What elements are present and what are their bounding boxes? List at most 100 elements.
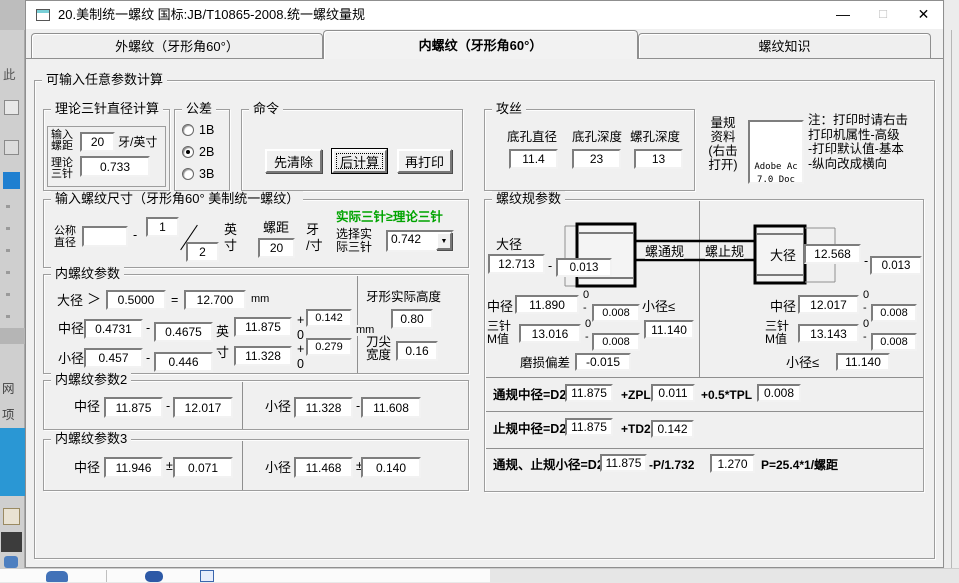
background-toolbar-icon[interactable] xyxy=(4,100,19,115)
major-dia-inch-input[interactable] xyxy=(106,290,166,310)
tool-tip-width-input[interactable] xyxy=(396,341,438,361)
minor-dia2-b-input[interactable] xyxy=(361,397,421,418)
go-pin-tol-input[interactable] xyxy=(592,333,640,351)
tap-drill-depth-label: 底孔深度 xyxy=(572,130,622,144)
nogo-minor-input[interactable] xyxy=(836,353,890,371)
minor-dia-mm-input[interactable] xyxy=(234,346,292,366)
internal-params3-divider xyxy=(242,441,243,490)
pitch-input[interactable] xyxy=(258,238,295,258)
minor-dia3-b-input[interactable] xyxy=(361,457,421,478)
p-value-input[interactable] xyxy=(710,454,755,473)
go-pitch-input[interactable] xyxy=(515,295,579,314)
thread-height-input[interactable] xyxy=(391,309,433,329)
go-major-tol-input[interactable] xyxy=(556,258,612,277)
radio-2b[interactable] xyxy=(182,146,194,158)
pitch-dia-tol-input[interactable] xyxy=(306,309,352,327)
minor-dia-b-input[interactable] xyxy=(154,352,213,372)
pitch-dia2-b-input[interactable] xyxy=(173,397,233,418)
background-blue-icon[interactable] xyxy=(3,172,20,189)
major-dia-mm-input[interactable] xyxy=(184,290,246,310)
nogo-pitch-tol-input[interactable] xyxy=(871,304,917,322)
print-button[interactable]: 再打印 xyxy=(397,149,452,173)
nogo-pitch-input[interactable] xyxy=(798,295,859,314)
app-window: 20.美制统一螺纹 国标:JB/T10865-2008.统一螺纹量规 — □ ✕… xyxy=(25,0,944,568)
gauge-row-separator2 xyxy=(486,411,923,412)
group-gauge-params: 螺纹规参数 螺通规 螺止 xyxy=(484,199,924,492)
actual-pin-dropdown[interactable]: 0.742 ▼ xyxy=(386,230,454,252)
pitch-dia3-a-input[interactable] xyxy=(104,457,163,478)
taskbar-app-icon[interactable] xyxy=(145,571,163,582)
pitch-dia-mm-input[interactable] xyxy=(234,317,292,337)
td2-input[interactable] xyxy=(651,420,694,438)
nogo-gauge-label: 螺止规 xyxy=(705,245,744,259)
radio-3b[interactable] xyxy=(182,168,194,180)
go-major-input[interactable] xyxy=(488,254,545,274)
pitch-dia-b-input[interactable] xyxy=(154,322,213,342)
tab-external-thread[interactable]: 外螺纹（牙形角60°） xyxy=(31,33,323,59)
pitch-dia-label: 中径 xyxy=(74,461,100,475)
tap-drill-depth-input[interactable] xyxy=(572,149,621,169)
go-minor-input[interactable] xyxy=(644,320,694,339)
theory-pin-input[interactable] xyxy=(80,156,150,177)
print-note: 注：打印时请右击 打印机属性-高级 -打印默认值-基本 -纵向改成横向 xyxy=(808,113,938,171)
wear-limit-input[interactable] xyxy=(575,353,631,371)
pitch-dia3-b-input[interactable] xyxy=(173,457,233,478)
dropdown-button[interactable]: ▼ xyxy=(436,232,452,250)
tap-thread-depth-input[interactable] xyxy=(634,149,683,169)
group-internal-params3: 内螺纹参数3 中径 ± 小径 ± xyxy=(43,439,469,491)
nogo-pitch-formula-d2-input[interactable] xyxy=(565,418,613,436)
background-selected-row[interactable] xyxy=(0,328,25,344)
go-pitch-formula-d2-input[interactable] xyxy=(565,384,613,402)
fraction-denominator-input[interactable] xyxy=(186,242,219,262)
group-commands: 命令 先清除 后计算 再打印 xyxy=(241,109,463,191)
pitch-dia-a-input[interactable] xyxy=(84,319,143,339)
background-pencil-icon[interactable] xyxy=(3,508,20,525)
gauge-doc-object[interactable]: Adobe Ac 7.0 Doc xyxy=(748,120,804,184)
clear-button[interactable]: 先清除 xyxy=(265,149,322,173)
dialog-body: 可输入任意参数计算 理论三针直径计算 输入 螺距 牙/英寸 理论 三针 公差 1… xyxy=(26,58,943,567)
taskbar[interactable] xyxy=(0,568,959,582)
nominal-dia-input[interactable] xyxy=(82,226,128,247)
title-bar[interactable]: 20.美制统一螺纹 国标:JB/T10865-2008.统一螺纹量规 — □ ✕ xyxy=(26,1,943,29)
minor-dia3-a-input[interactable] xyxy=(294,457,353,478)
nogo-pin-input[interactable] xyxy=(798,324,859,343)
dash-symbol: - xyxy=(166,399,170,413)
background-app-strip[interactable]: 此 网 项 xyxy=(0,0,25,570)
background-blue-panel[interactable] xyxy=(0,428,25,496)
close-button[interactable]: ✕ xyxy=(904,1,943,29)
nogo-major-input[interactable] xyxy=(804,244,861,264)
group-tapping: 攻丝 底孔直径 底孔深度 螺孔深度 xyxy=(484,109,695,191)
taskbar-app-icon[interactable] xyxy=(46,571,68,582)
minimize-button[interactable]: — xyxy=(824,1,862,29)
wear-limit-label: 磨损偏差 xyxy=(520,356,570,370)
background-dark-icon[interactable] xyxy=(1,532,22,552)
radio-1b[interactable] xyxy=(182,124,194,136)
go-pin-input[interactable] xyxy=(519,324,581,343)
select-actual-pin-label: 选择实 际三针 xyxy=(336,228,372,254)
inch-unit-label: 英 寸 xyxy=(216,321,229,363)
minor-formula-d2-input[interactable] xyxy=(600,454,647,472)
calculate-button[interactable]: 后计算 xyxy=(332,149,387,173)
tpi-input[interactable] xyxy=(80,132,115,152)
gauge-row-separator3 xyxy=(486,448,923,449)
go-gauge-label: 螺通规 xyxy=(645,245,684,259)
zpl-input[interactable] xyxy=(651,384,695,402)
maximize-button[interactable]: □ xyxy=(864,1,902,29)
nogo-major-tol-input[interactable] xyxy=(870,256,922,275)
tpl-input[interactable] xyxy=(757,384,801,402)
tap-drill-dia-input[interactable] xyxy=(509,149,558,169)
background-blue-dot-icon[interactable] xyxy=(4,556,18,568)
tab-thread-knowledge[interactable]: 螺纹知识 xyxy=(638,33,931,59)
minor-dia-tol-input[interactable] xyxy=(306,338,352,356)
plus-symbol: + xyxy=(297,313,304,327)
adobe-doc-line2: 7.0 Doc xyxy=(750,175,802,184)
nogo-pin-tol-input[interactable] xyxy=(871,333,917,351)
fraction-numerator-input[interactable] xyxy=(146,217,179,237)
go-pitch-tol-input[interactable] xyxy=(592,304,640,322)
taskbar-app-icon[interactable] xyxy=(200,570,214,582)
minor-dia-a-input[interactable] xyxy=(84,348,143,368)
pitch-dia2-a-input[interactable] xyxy=(104,397,163,418)
background-toolbar-icon[interactable] xyxy=(4,140,19,155)
tab-internal-thread[interactable]: 内螺纹（牙形角60°） xyxy=(323,30,638,59)
minor-dia2-a-input[interactable] xyxy=(294,397,353,418)
